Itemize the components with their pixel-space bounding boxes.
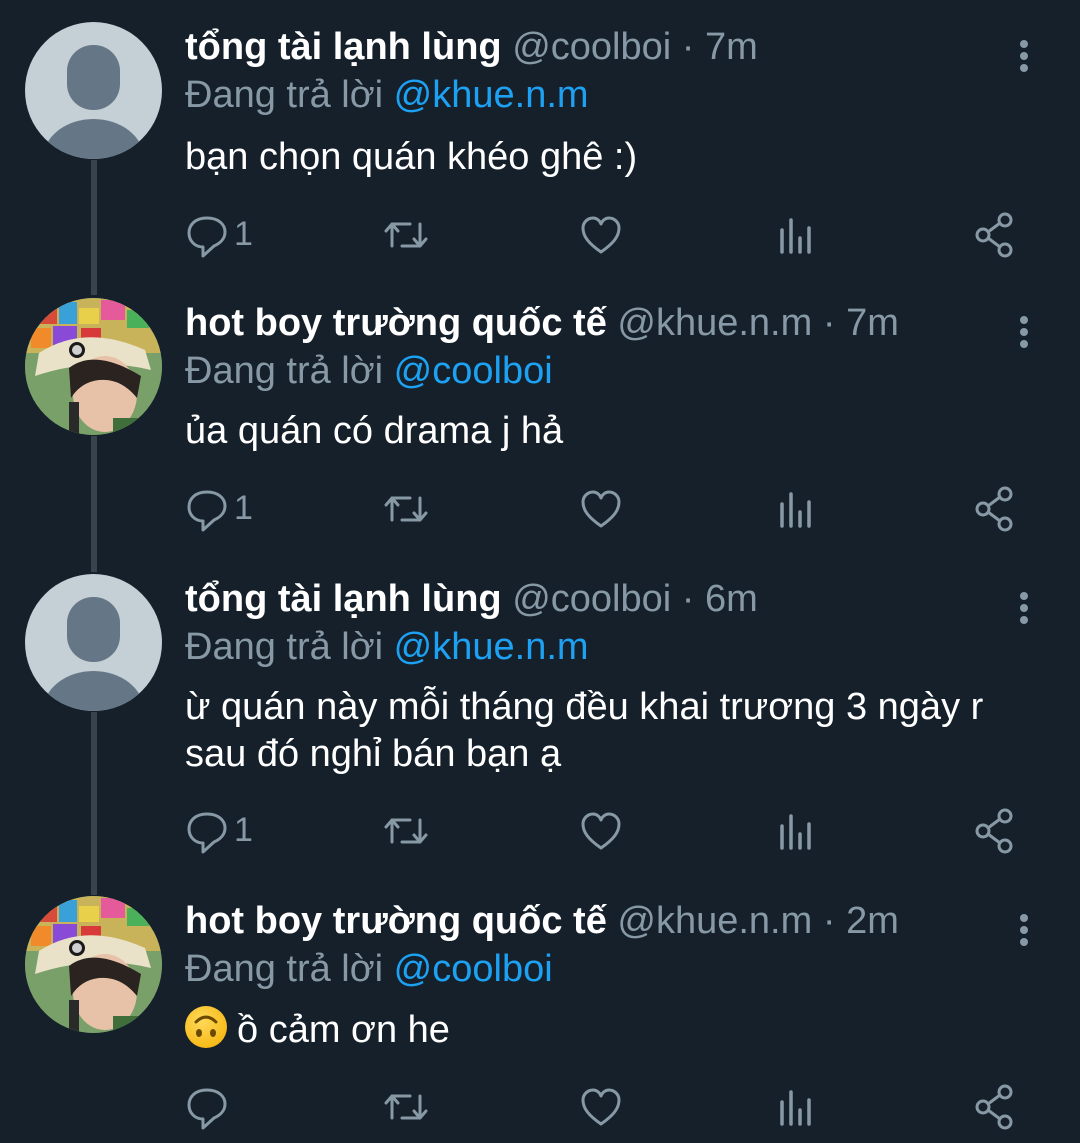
photo-avatar[interactable] [25, 298, 162, 435]
timestamp[interactable]: 7m [705, 26, 758, 68]
analytics-icon [780, 492, 811, 528]
analytics-icon [780, 218, 811, 254]
photo-avatar[interactable] [25, 896, 162, 1033]
user-handle[interactable]: @coolboi [512, 26, 671, 68]
tweet-text: bạn chọn quán khéo ghê :) [185, 136, 638, 178]
like-button[interactable] [580, 1082, 622, 1132]
tweet[interactable]: hot boy trường quốc tế @khue.n.m · 7m Đa… [0, 298, 1080, 548]
reply-icon [187, 490, 227, 532]
display-name[interactable]: hot boy trường quốc tế [185, 900, 607, 942]
mention-link[interactable]: @khue.n.m [394, 626, 589, 668]
analytics-button[interactable] [778, 1082, 814, 1132]
retweet-button[interactable] [383, 806, 429, 856]
default-avatar[interactable] [25, 574, 162, 711]
analytics-icon [780, 814, 811, 850]
share-button[interactable] [974, 210, 1014, 260]
reply-button[interactable]: 1 [186, 484, 266, 534]
mention-link[interactable]: @coolboi [394, 350, 553, 392]
display-name[interactable]: tổng tài lạnh lùng [185, 578, 502, 620]
like-icon [581, 490, 621, 528]
reply-icon [187, 216, 227, 258]
reply-count: 1 [234, 215, 253, 253]
replying-to: Đang trả lời @khue.n.m [185, 624, 589, 670]
analytics-button[interactable] [778, 210, 814, 260]
timestamp[interactable]: 2m [846, 900, 899, 942]
more-icon[interactable] [1014, 36, 1034, 76]
retweet-button[interactable] [383, 1082, 429, 1132]
reply-count: 1 [234, 811, 253, 849]
share-button[interactable] [974, 1082, 1014, 1132]
tweet-actions: 1 [0, 210, 1080, 260]
share-icon [975, 486, 1013, 532]
tweet-actions: 1 [0, 806, 1080, 856]
retweet-icon [384, 818, 428, 844]
share-button[interactable] [974, 484, 1014, 534]
tweet-header: tổng tài lạnh lùng @coolboi · 7m [185, 24, 758, 70]
share-button[interactable] [974, 806, 1014, 856]
more-icon[interactable] [1014, 588, 1034, 628]
retweet-icon [384, 222, 428, 248]
share-icon [975, 808, 1013, 854]
replying-to-label: Đang trả lời [185, 350, 394, 392]
retweet-button[interactable] [383, 210, 429, 260]
replying-to: Đang trả lời @khue.n.m [185, 72, 589, 118]
like-button[interactable] [580, 210, 622, 260]
like-icon [581, 812, 621, 850]
like-button[interactable] [580, 806, 622, 856]
tweet-text: ủa quán có drama j hả [185, 410, 564, 452]
reply-icon [187, 1088, 227, 1130]
retweet-button[interactable] [383, 484, 429, 534]
tweet[interactable]: tổng tài lạnh lùng @coolboi · 6m Đang tr… [0, 574, 1080, 874]
display-name[interactable]: hot boy trường quốc tế [185, 302, 607, 344]
tweet-actions: 1 [0, 484, 1080, 534]
retweet-icon [384, 496, 428, 522]
timestamp[interactable]: 7m [846, 302, 899, 344]
tweet-header: hot boy trường quốc tế @khue.n.m · 7m [185, 300, 899, 346]
like-icon [581, 216, 621, 254]
user-handle[interactable]: @coolboi [512, 578, 671, 620]
more-icon[interactable] [1014, 312, 1034, 352]
like-icon [581, 1088, 621, 1126]
tweet-text-container: ồ cảm ơn he [185, 1006, 450, 1054]
tweet-header: hot boy trường quốc tế @khue.n.m · 2m [185, 898, 899, 944]
share-icon [975, 212, 1013, 258]
like-button[interactable] [580, 484, 622, 534]
replying-to-label: Đang trả lời [185, 74, 394, 116]
reply-count: 1 [234, 489, 253, 527]
tweet[interactable]: tổng tài lạnh lùng @coolboi · 7m Đang tr… [0, 22, 1080, 272]
separator: · [681, 578, 695, 620]
replying-to: Đang trả lời @coolboi [185, 946, 553, 992]
more-icon[interactable] [1014, 910, 1034, 950]
analytics-button[interactable] [778, 806, 814, 856]
replying-to: Đang trả lời @coolboi [185, 348, 553, 394]
replying-to-label: Đang trả lời [185, 626, 394, 668]
mention-link[interactable]: @coolboi [394, 948, 553, 990]
tweet-text: ừ quán này mỗi tháng đều khai trương 3 n… [185, 684, 983, 778]
display-name[interactable]: tổng tài lạnh lùng [185, 26, 502, 68]
mention-link[interactable]: @khue.n.m [394, 74, 589, 116]
user-handle[interactable]: @khue.n.m [617, 302, 812, 344]
tweet-header: tổng tài lạnh lùng @coolboi · 6m [185, 576, 758, 622]
upside-down-face-emoji [185, 1006, 227, 1048]
tweet-text: ồ cảm ơn he [237, 1009, 450, 1051]
tweet[interactable]: hot boy trường quốc tế @khue.n.m · 2m Đa… [0, 896, 1080, 1143]
separator: · [822, 900, 836, 942]
tweet-actions [0, 1082, 1080, 1132]
reply-icon [187, 812, 227, 854]
replying-to-label: Đang trả lời [185, 948, 394, 990]
tweet-text-line: ừ quán này mỗi tháng đều khai trương 3 n… [185, 686, 984, 728]
reply-button[interactable]: 1 [186, 806, 266, 856]
default-avatar[interactable] [25, 22, 162, 159]
timestamp[interactable]: 6m [705, 578, 758, 620]
tweet-text-line: sau đó nghỉ bán bạn ạ [185, 733, 562, 775]
share-icon [975, 1084, 1013, 1130]
reply-button[interactable] [186, 1082, 232, 1132]
retweet-icon [384, 1094, 428, 1120]
user-handle[interactable]: @khue.n.m [617, 900, 812, 942]
separator: · [822, 302, 836, 344]
reply-button[interactable]: 1 [186, 210, 266, 260]
separator: · [681, 26, 695, 68]
analytics-icon [780, 1090, 811, 1126]
analytics-button[interactable] [778, 484, 814, 534]
